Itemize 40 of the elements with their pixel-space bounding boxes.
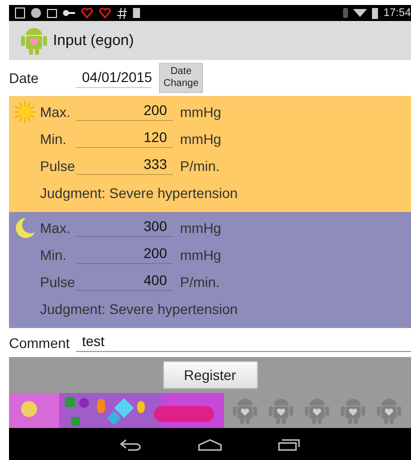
back-icon[interactable]: [120, 438, 142, 450]
judgment-text: Judgment: Severe hypertension: [40, 184, 238, 200]
screen-title: Input (egon): [53, 32, 134, 49]
judgment-text: Judgment: Severe hypertension: [40, 300, 238, 316]
reading-field[interactable]: 400: [76, 272, 173, 291]
heart-icon: [81, 8, 93, 18]
reading-field[interactable]: 200: [76, 245, 173, 264]
battery-icon: [372, 8, 378, 18]
reading-label: Min.: [40, 246, 68, 262]
reading-label: Pulse: [40, 158, 76, 174]
reading-field[interactable]: 333: [76, 156, 173, 175]
reading-field[interactable]: 300: [76, 218, 173, 237]
reading-field[interactable]: 200: [76, 102, 173, 121]
comment-label: Comment: [9, 334, 71, 350]
date-label: Date: [9, 70, 40, 86]
reading-label: Min.: [40, 130, 68, 146]
hash-icon: [117, 8, 127, 18]
register-button[interactable]: Register: [162, 361, 258, 389]
heart-icon: [99, 8, 111, 18]
unit-label: mmHg: [180, 130, 222, 146]
status-time: 17:54: [383, 7, 411, 19]
unit-label: mmHg: [180, 246, 222, 262]
date-field[interactable]: 04/01/2015: [76, 68, 151, 88]
unit-label: mmHg: [180, 104, 222, 120]
reading-label: Pulse: [40, 274, 76, 290]
unit-label: mmHg: [180, 220, 222, 236]
unit-label: P/min.: [180, 274, 220, 290]
reading-label: Max.: [40, 104, 72, 120]
recents-icon[interactable]: [278, 438, 300, 450]
date-change-button[interactable]: Date Change: [159, 63, 203, 93]
moon-icon: [14, 216, 36, 238]
battery-icon: [133, 8, 140, 18]
sun-icon: [12, 100, 36, 124]
reading-label: Max.: [40, 220, 72, 236]
reading-field[interactable]: 120: [76, 129, 173, 148]
wifi-icon: [353, 9, 368, 17]
unit-label: P/min.: [180, 158, 220, 174]
home-icon[interactable]: [198, 438, 222, 450]
key-icon: [63, 10, 75, 16]
comment-field[interactable]: test: [76, 333, 411, 352]
